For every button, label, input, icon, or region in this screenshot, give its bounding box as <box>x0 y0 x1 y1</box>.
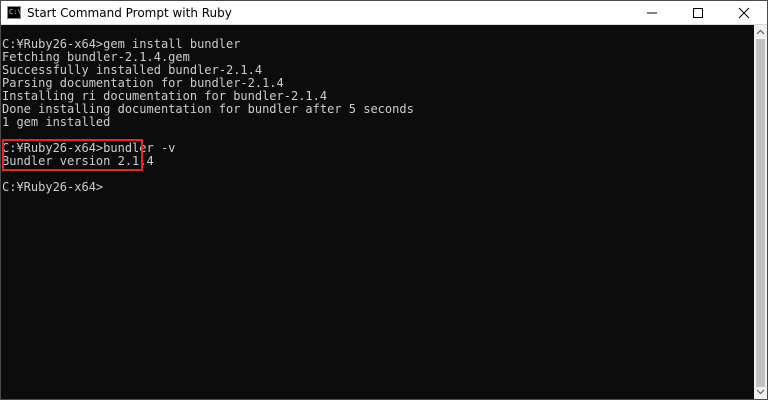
scrollbar-thumb[interactable] <box>756 39 765 387</box>
close-icon <box>738 7 750 19</box>
maximize-button[interactable] <box>675 1 721 25</box>
chevron-down-icon <box>756 389 765 395</box>
highlight-annotation-box <box>2 139 143 171</box>
console-output[interactable]: C:¥Ruby26-x64>gem install bundler Fetchi… <box>1 25 754 399</box>
command-prompt-window: C:\ Start Command Prompt with Ruby C:¥Ru… <box>0 0 768 400</box>
vertical-scrollbar[interactable] <box>754 25 767 399</box>
console-prompt-line: C:¥Ruby26-x64> <box>2 180 104 194</box>
minimize-icon <box>647 12 657 14</box>
close-button[interactable] <box>721 1 767 25</box>
scroll-down-button[interactable] <box>754 385 767 399</box>
chevron-up-icon <box>756 29 765 35</box>
console-line: 1 gem installed <box>2 115 111 129</box>
scroll-up-button[interactable] <box>754 25 767 39</box>
maximize-icon <box>693 8 703 18</box>
minimize-button[interactable] <box>629 1 675 25</box>
command-prompt-icon[interactable]: C:\ <box>7 6 22 19</box>
title-bar[interactable]: C:\ Start Command Prompt with Ruby <box>1 1 767 25</box>
window-title: Start Command Prompt with Ruby <box>27 6 232 20</box>
